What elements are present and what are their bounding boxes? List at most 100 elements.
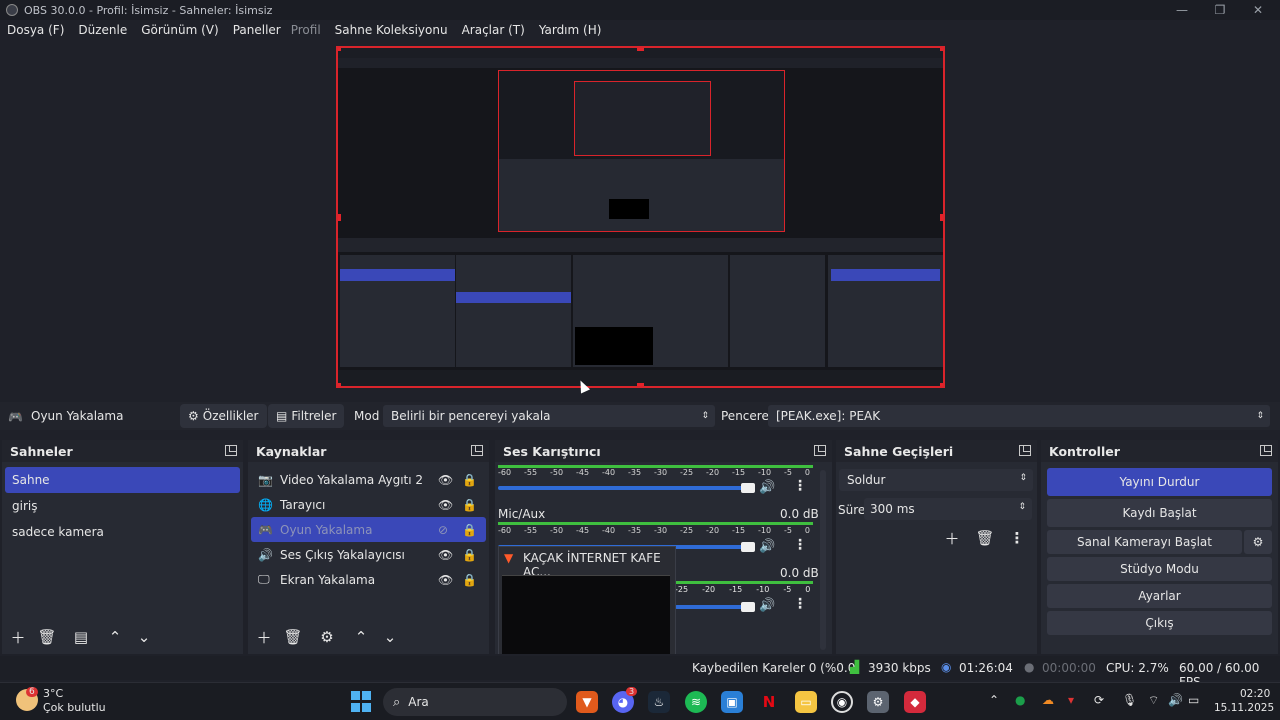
app-red-icon[interactable]: ◆ (904, 691, 926, 713)
source-item[interactable]: 📷 Video Yakalama Aygıtı 2 👁 🔒 (251, 467, 486, 492)
gear-icon[interactable]: ⚙ (314, 626, 340, 648)
brave-icon[interactable]: ▼ (576, 691, 598, 713)
maximize-button[interactable]: ❐ (1200, 0, 1240, 20)
virtual-camera-settings-button[interactable]: ⚙ (1244, 530, 1272, 554)
filter-icon[interactable]: ▤ (68, 626, 94, 648)
settings-button[interactable]: Ayarlar (1047, 584, 1272, 608)
eye-icon[interactable]: 👁 (438, 548, 453, 562)
lock-icon[interactable]: 🔒 (462, 573, 477, 587)
taskbar-search[interactable]: ⌕ Ara (383, 688, 567, 716)
eye-icon[interactable]: 👁 (438, 573, 453, 587)
menu-scene-collection[interactable]: Sahne Koleksiyonu (335, 23, 448, 37)
volume-icon[interactable]: 🔊 (1168, 693, 1183, 707)
speaker-icon[interactable]: 🔊 (759, 598, 775, 613)
source-item[interactable]: 🔊 Ses Çıkış Yakalayıcısı 👁 🔒 (251, 542, 486, 567)
menu-file[interactable]: Dosya (F) (7, 23, 64, 37)
exit-button[interactable]: Çıkış (1047, 611, 1272, 635)
lock-icon[interactable]: 🔒 (462, 523, 477, 537)
kebab-menu-icon[interactable]: ⋮ (1004, 527, 1030, 549)
resize-handle[interactable] (637, 48, 644, 51)
settings-icon[interactable]: ⚙ (867, 691, 889, 713)
start-virtual-camera-button[interactable]: Sanal Kamerayı Başlat (1047, 530, 1242, 554)
trash-icon[interactable]: 🗑 (280, 626, 306, 648)
sync-icon[interactable]: ⟳ (1094, 693, 1104, 707)
lock-icon[interactable]: 🔒 (462, 498, 477, 512)
duration-input[interactable]: 300 ms ⇕ (864, 498, 1032, 520)
window-select[interactable]: [PEAK.exe]: PEAK ⇕ (768, 405, 1270, 427)
file-explorer-icon[interactable]: ▭ (795, 691, 817, 713)
undock-icon[interactable] (814, 445, 826, 456)
source-item[interactable]: 🖵 Ekran Yakalama 👁 🔒 (251, 567, 486, 592)
microphone-icon[interactable]: 🎙 (1122, 693, 1137, 707)
eye-hidden-icon[interactable]: ⊘ (438, 523, 448, 537)
filters-button[interactable]: ▤ Filtreler (268, 404, 345, 428)
netflix-icon[interactable]: N (758, 691, 780, 713)
resize-handle[interactable] (338, 383, 341, 386)
add-icon[interactable]: ＋ (939, 527, 965, 549)
resize-handle[interactable] (940, 214, 943, 221)
cloud-icon[interactable]: ☁ (1042, 693, 1054, 707)
eye-icon[interactable]: 👁 (438, 498, 453, 512)
wifi-icon[interactable]: ⌔ (1148, 693, 1159, 708)
trash-icon[interactable]: 🗑 (972, 527, 998, 549)
phone-link-icon[interactable]: ▣ (721, 691, 743, 713)
speaker-icon[interactable]: 🔊 (759, 480, 775, 495)
volume-slider[interactable] (498, 486, 748, 490)
properties-button[interactable]: ⚙ Özellikler (180, 404, 267, 428)
trash-icon[interactable]: 🗑 (34, 626, 60, 648)
mode-select[interactable]: Belirli bir pencereyi yakala ⇕ (383, 405, 715, 427)
chevron-down-icon[interactable]: ⌄ (377, 626, 403, 648)
spin-icon[interactable]: ⇕ (1018, 502, 1026, 512)
window-preview-popup[interactable]: ▼ KAÇAK İNTERNET KAFE AÇ... (498, 546, 676, 654)
source-item[interactable]: 🌐 Tarayıcı 👁 🔒 (251, 492, 486, 517)
add-icon[interactable]: ＋ (5, 626, 31, 648)
volume-slider[interactable] (675, 605, 748, 609)
scene-item[interactable]: Sahne (5, 467, 240, 493)
lock-icon[interactable]: 🔒 (462, 473, 477, 487)
preview-canvas[interactable] (336, 46, 945, 388)
kebab-menu-icon[interactable]: ⋮ (793, 596, 807, 612)
start-recording-button[interactable]: Kaydı Başlat (1047, 499, 1272, 527)
clock-date[interactable]: 15.11.2025 (1214, 702, 1274, 714)
menu-view[interactable]: Görünüm (V) (141, 23, 218, 37)
tray-green-icon[interactable]: ● (1015, 693, 1025, 707)
clock-time[interactable]: 02:20 (1240, 688, 1270, 700)
scene-item[interactable]: sadece kamera (5, 519, 240, 545)
close-button[interactable]: ✕ (1238, 0, 1278, 20)
resize-handle[interactable] (338, 48, 341, 51)
chevron-down-icon[interactable]: ⌄ (131, 626, 157, 648)
menu-help[interactable]: Yardım (H) (539, 23, 602, 37)
mixer-scrollbar[interactable] (820, 470, 826, 650)
transition-select[interactable]: Soldur ⇕ (839, 469, 1033, 491)
add-icon[interactable]: ＋ (251, 626, 277, 648)
speaker-icon[interactable]: 🔊 (759, 539, 775, 554)
lock-icon[interactable]: 🔒 (462, 548, 477, 562)
windows-start-icon[interactable] (350, 690, 372, 712)
undock-icon[interactable] (1260, 445, 1272, 456)
kebab-menu-icon[interactable]: ⋮ (793, 537, 807, 553)
source-item[interactable]: 🎮 Oyun Yakalama ⊘ 🔒 (251, 517, 486, 542)
menu-edit[interactable]: Düzenle (78, 23, 127, 37)
eye-icon[interactable]: 👁 (438, 473, 453, 487)
volume-slider-knob[interactable] (741, 542, 755, 552)
minimize-button[interactable]: — (1162, 0, 1202, 20)
menu-tools[interactable]: Araçlar (T) (462, 23, 525, 37)
obs-taskbar-icon[interactable]: ◉ (831, 691, 853, 713)
tray-red-icon[interactable]: ▾ (1068, 693, 1074, 707)
resize-handle[interactable] (940, 383, 943, 386)
undock-icon[interactable] (225, 445, 237, 456)
menu-profile[interactable]: Profil (291, 23, 321, 37)
undock-icon[interactable] (471, 445, 483, 456)
stop-streaming-button[interactable]: Yayını Durdur (1047, 468, 1272, 496)
undock-icon[interactable] (1019, 445, 1031, 456)
volume-slider-knob[interactable] (741, 483, 755, 493)
chevron-up-icon[interactable]: ⌃ (348, 626, 374, 648)
menu-docks[interactable]: Paneller (233, 23, 281, 37)
studio-mode-button[interactable]: Stüdyo Modu (1047, 557, 1272, 581)
volume-slider-knob[interactable] (741, 602, 755, 612)
chevron-up-icon[interactable]: ⌃ (989, 693, 999, 707)
resize-handle[interactable] (940, 48, 943, 51)
scene-item[interactable]: giriş (5, 493, 240, 519)
chevron-up-icon[interactable]: ⌃ (102, 626, 128, 648)
steam-icon[interactable]: ♨ (648, 691, 670, 713)
